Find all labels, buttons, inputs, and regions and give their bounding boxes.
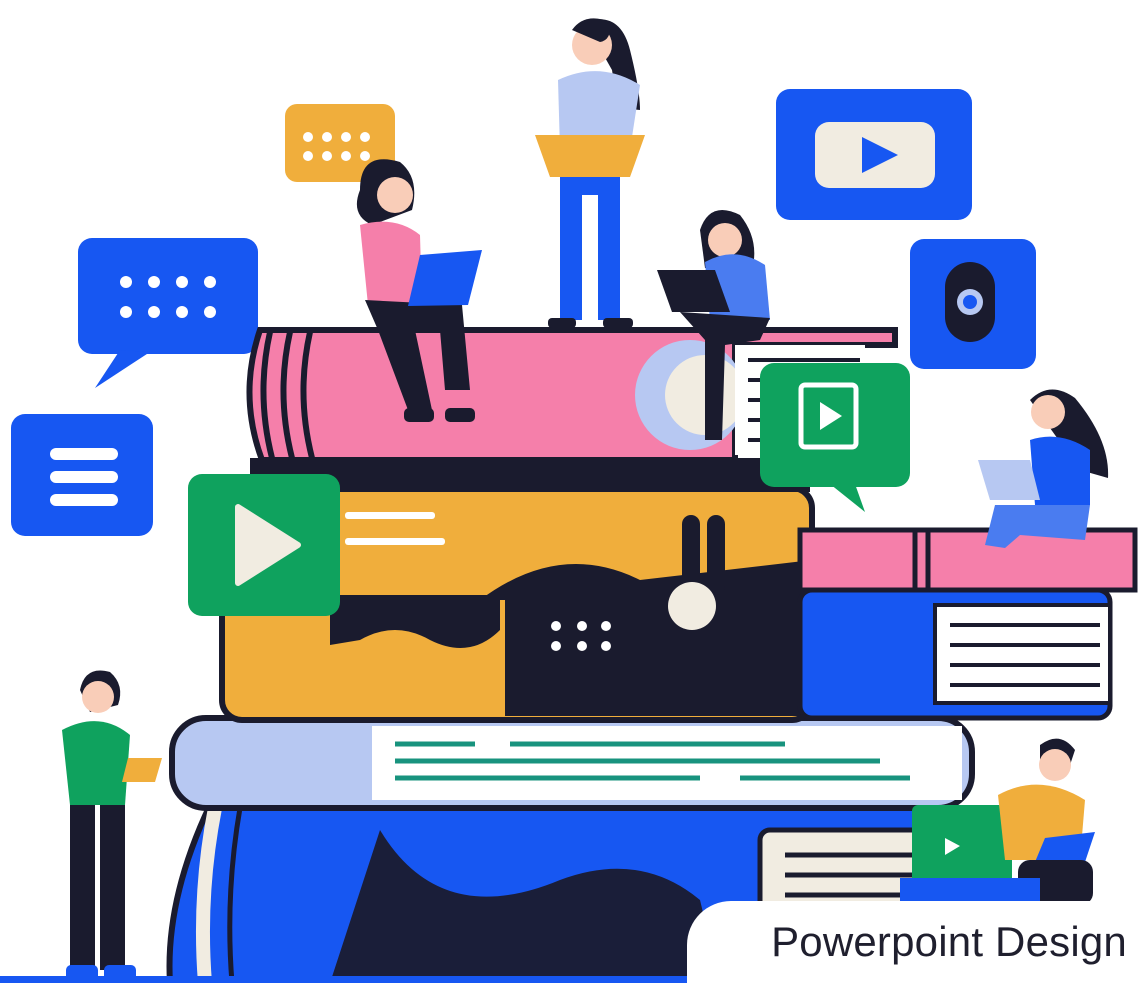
caption-text: Powerpoint Design	[771, 918, 1127, 965]
green-play-icon	[188, 474, 340, 616]
person-right-sitting	[978, 389, 1109, 548]
online-learning-illustration	[0, 18, 1138, 983]
floor-line	[0, 976, 720, 983]
video-player-icon	[776, 89, 972, 220]
person-standing-top	[535, 18, 645, 328]
person-standing-left	[62, 670, 162, 983]
illustration-canvas: Powerpoint Design	[0, 0, 1145, 983]
menu-lines-icon	[11, 414, 153, 536]
right-books	[797, 527, 1138, 721]
camera-icon	[910, 239, 1036, 369]
light-blue-book	[169, 715, 975, 811]
caption-tab: Powerpoint Design	[687, 901, 1145, 983]
blue-chat-bubble-dots-icon	[78, 238, 258, 388]
